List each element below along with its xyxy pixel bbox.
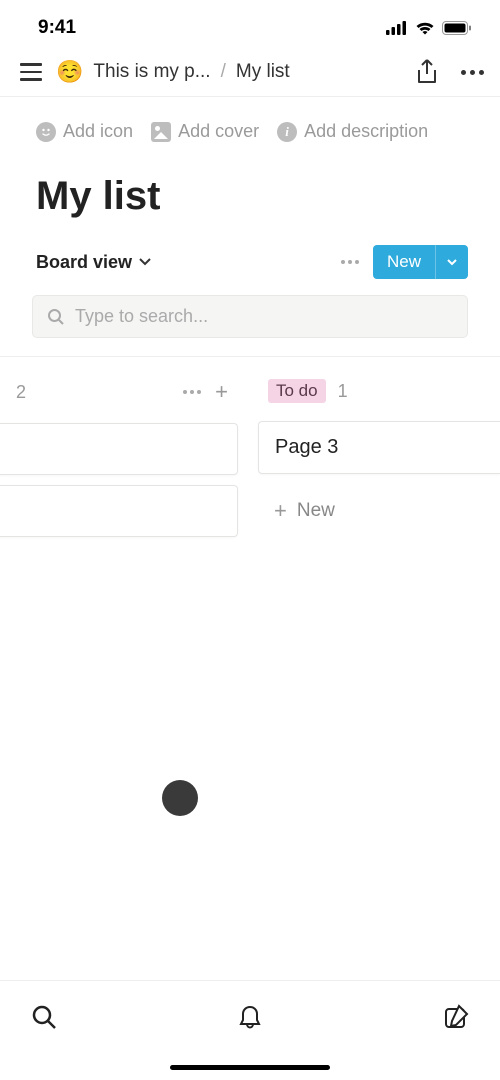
current-page-title: My list [236,61,290,83]
search-icon [47,308,65,326]
home-indicator[interactable] [170,1065,330,1070]
column-actions: + [183,379,228,405]
column-add-icon[interactable]: + [215,379,228,405]
more-icon[interactable] [461,70,484,75]
battery-icon [442,21,472,35]
page-actions-bar: Add icon Add cover i Add description [0,97,500,150]
board-card[interactable] [0,485,238,537]
board-column-todo: To do 1 Page 3 + New [238,379,500,547]
share-icon[interactable] [415,58,439,86]
compose-tab-icon[interactable] [442,1003,470,1031]
column-count: 1 [338,381,348,402]
status-icons [386,21,472,35]
board-column-partial: 2 + [0,379,238,547]
column-count: 2 [12,382,26,403]
view-more-icon[interactable] [341,260,359,264]
add-description-label: Add description [304,121,428,142]
chevron-down-icon [138,257,152,267]
parent-page-title: This is my p... [93,61,210,83]
add-icon-label: Add icon [63,121,133,142]
board-card[interactable] [0,423,238,475]
new-card-label: New [297,500,335,522]
search-tab-icon[interactable] [30,1003,58,1031]
wifi-icon [415,21,435,35]
nav-bar: ☺️ This is my p... / My list [0,48,500,97]
view-bar: Board view New [0,235,500,291]
notifications-tab-icon[interactable] [236,1003,264,1031]
search-box[interactable] [32,295,468,338]
new-button[interactable]: New [373,245,468,279]
view-name: Board view [36,252,132,273]
tab-bar [0,980,500,1080]
column-header: 2 + [0,379,238,423]
nav-actions [415,58,484,86]
new-button-label[interactable]: New [373,245,435,279]
column-label[interactable]: To do [268,379,326,403]
menu-button[interactable] [16,59,46,85]
touch-indicator [162,780,198,816]
add-cover-button[interactable]: Add cover [151,121,259,142]
column-more-icon[interactable] [183,390,201,394]
search-input[interactable] [75,306,453,327]
new-button-dropdown[interactable] [435,245,468,279]
add-icon-button[interactable]: Add icon [36,121,133,142]
status-time: 9:41 [38,17,76,39]
page-title[interactable]: My list [0,150,500,235]
cellular-icon [386,21,408,35]
card-title: Page 3 [275,436,338,458]
board-area[interactable]: 2 + To do 1 Page 3 + New [0,356,500,547]
view-actions: New [341,245,468,279]
chevron-down-icon [446,258,458,266]
column-header: To do 1 [258,379,500,421]
breadcrumb[interactable]: ☺️ This is my p... / My list [56,59,405,85]
board-card[interactable]: Page 3 [258,421,500,474]
status-bar: 9:41 [0,0,500,48]
info-icon: i [277,122,297,142]
add-description-button[interactable]: i Add description [277,121,428,142]
add-cover-label: Add cover [178,121,259,142]
new-card-button[interactable]: + New [258,484,500,538]
view-selector[interactable]: Board view [36,252,152,273]
smiley-icon [36,122,56,142]
breadcrumb-separator: / [221,61,226,83]
parent-page-emoji: ☺️ [56,59,83,85]
image-icon [151,122,171,142]
plus-icon: + [274,498,287,524]
